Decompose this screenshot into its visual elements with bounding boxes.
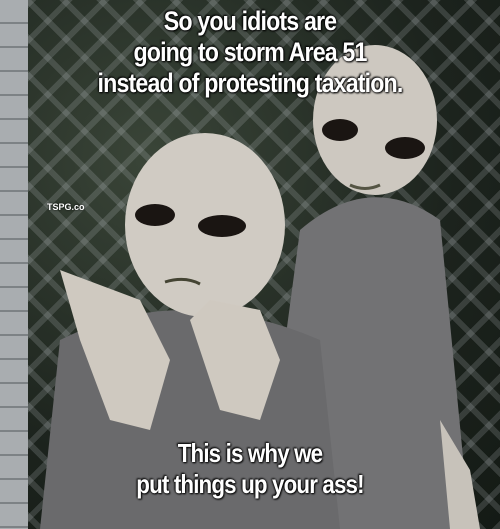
caption-line: This is why we <box>177 438 323 468</box>
caption-line: going to storm Area 51 <box>133 37 367 67</box>
caption-line: instead of protesting taxation. <box>97 68 404 98</box>
bottom-caption: This is why we put things up your ass! <box>35 438 465 500</box>
meme-image: So you idiots are going to storm Area 51… <box>0 0 500 529</box>
front-alien-eye <box>198 215 246 237</box>
caption-line: put things up your ass! <box>136 469 364 499</box>
top-caption: So you idiots are going to storm Area 51… <box>35 6 465 99</box>
back-alien-eye <box>385 137 425 159</box>
front-alien-eye <box>135 204 175 226</box>
watermark: TSPG.co <box>47 202 85 212</box>
back-alien-eye <box>322 119 358 141</box>
caption-line: So you idiots are <box>163 6 337 36</box>
